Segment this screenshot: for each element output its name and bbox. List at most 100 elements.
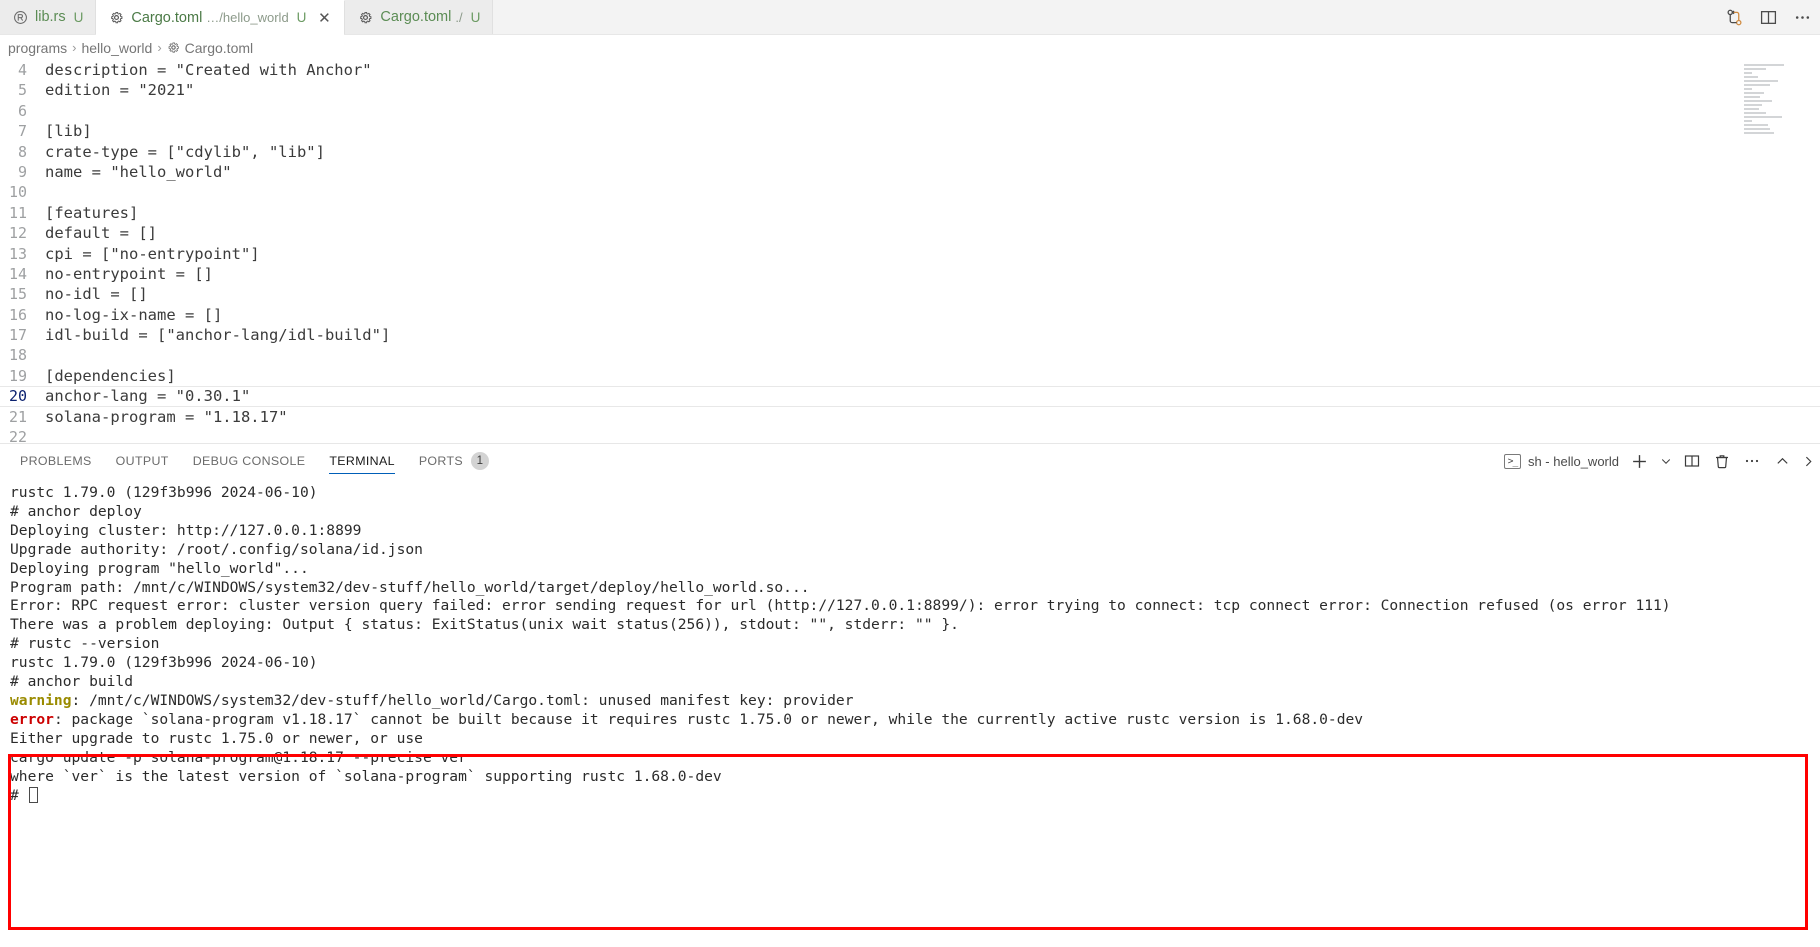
terminal-line-16: #	[10, 786, 1820, 806]
more-actions-icon[interactable]	[1792, 7, 1812, 27]
code-line-4[interactable]: 4 description = "Created with Anchor"	[0, 60, 1820, 80]
terminal-text: Error: RPC request error: cluster versio…	[10, 597, 1671, 615]
tab-bar-actions	[1724, 0, 1820, 34]
line-text: name = "hello_world"	[45, 162, 232, 181]
editor-minimap[interactable]	[1744, 64, 1798, 134]
terminal-selector-label: sh - hello_world	[1527, 453, 1619, 469]
panel-tab-debug-console[interactable]: DEBUG CONSOLE	[181, 444, 318, 478]
panel-tab-label: DEBUG CONSOLE	[192, 454, 306, 468]
terminal-text: Upgrade authority: /root/.config/solana/…	[10, 540, 423, 558]
code-editor[interactable]: 4 description = "Created with Anchor" 5 edi…	[0, 60, 1820, 443]
panel-tab-label: OUTPUT	[115, 454, 169, 468]
breadcrumb-separator: ›	[72, 40, 77, 55]
split-terminal-icon[interactable]	[1682, 451, 1702, 471]
terminal-line-6: Error: RPC request error: cluster versio…	[10, 597, 1820, 616]
chevron-down-icon[interactable]	[1659, 451, 1672, 471]
panel-tab-output[interactable]: OUTPUT	[104, 444, 181, 478]
line-text: solana-program = "1.18.17"	[45, 407, 288, 426]
terminal-text: rustc 1.79.0 (129f3b996 2024-06-10)	[10, 654, 318, 672]
terminal-line-14: cargo update -p solana-program@1.18.17 -…	[10, 749, 1820, 768]
line-text: [features]	[45, 203, 139, 222]
editor-tab-dirty-indicator: U	[470, 9, 481, 25]
code-line-21[interactable]: 21 solana-program = "1.18.17"	[0, 407, 1820, 427]
code-lines[interactable]: 4 description = "Created with Anchor" 5 edi…	[0, 60, 1820, 443]
terminal-text: : /mnt/c/WINDOWS/system32/dev-stuff/hell…	[71, 691, 854, 709]
terminal-line-10: # anchor build	[10, 673, 1820, 692]
line-text: description = "Created with Anchor"	[45, 61, 372, 79]
terminal-text: There was a problem deploying: Output { …	[10, 616, 959, 634]
editor-tab-description: ./	[455, 9, 463, 25]
code-line-13[interactable]: 13 cpi = ["no-entrypoint"]	[0, 244, 1820, 264]
code-line-16[interactable]: 16 no-log-ix-name = []	[0, 305, 1820, 325]
panel-header: PROBLEMS OUTPUT DEBUG CONSOLE TERMINAL PORTS…	[0, 443, 1820, 478]
terminal-line-0: rustc 1.79.0 (129f3b996 2024-06-10)	[10, 484, 1820, 503]
code-line-9[interactable]: 9 name = "hello_world"	[0, 162, 1820, 182]
panel-tab-terminal[interactable]: TERMINAL	[317, 444, 406, 478]
panel-tab-label: PORTS	[418, 454, 464, 468]
line-text: anchor-lang = "0.30.1"	[45, 387, 251, 406]
code-line-20[interactable]: 20 anchor-lang = "0.30.1"	[0, 386, 1820, 407]
line-number: 17	[8, 326, 27, 345]
new-terminal-icon[interactable]	[1629, 451, 1649, 471]
code-line-7[interactable]: 7 [lib]	[0, 121, 1820, 141]
kill-terminal-icon[interactable]	[1712, 451, 1732, 471]
terminal-text: cargo update -p solana-program@1.18.17 -…	[10, 748, 467, 766]
code-line-10[interactable]: 10	[0, 182, 1820, 202]
views-and-more-actions-icon[interactable]	[1742, 451, 1762, 471]
line-number: 21	[8, 407, 27, 426]
line-text: idl-build = ["anchor-lang/idl-build"]	[45, 326, 391, 345]
code-line-17[interactable]: 17 idl-build = ["anchor-lang/idl-build"]	[0, 325, 1820, 345]
code-line-8[interactable]: 8 crate-type = ["cdylib", "lib"]	[0, 142, 1820, 162]
line-text: default = []	[45, 224, 157, 243]
terminal-line-11: warning: /mnt/c/WINDOWS/system32/dev-stu…	[10, 692, 1820, 711]
editor-tab-label: Cargo.toml	[131, 9, 203, 26]
code-line-14[interactable]: 14 no-entrypoint = []	[0, 264, 1820, 284]
line-number: 5	[17, 81, 27, 100]
code-line-12[interactable]: 12 default = []	[0, 223, 1820, 243]
code-line-5[interactable]: 5 edition = "2021"	[0, 80, 1820, 100]
breadcrumb-item-0[interactable]: programs	[8, 40, 67, 56]
panel-actions: >_ sh - hello_world	[1503, 451, 1820, 471]
panel-tab-ports[interactable]: PORTS 1	[407, 444, 501, 478]
close-icon[interactable]: ✕	[316, 9, 332, 27]
breadcrumb-item-2[interactable]: Cargo.toml	[185, 40, 253, 56]
panel-tab-problems[interactable]: PROBLEMS	[8, 444, 104, 478]
terminal-text: rustc 1.79.0 (129f3b996 2024-06-10)	[10, 484, 318, 501]
line-number: 10	[8, 183, 27, 202]
editor-tab-lib-rs-0[interactable]: lib.rs U	[0, 0, 97, 34]
terminal-line-15: where `ver` is the latest version of `so…	[10, 768, 1820, 787]
code-line-11[interactable]: 11 [features]	[0, 203, 1820, 223]
code-line-19[interactable]: 19 [dependencies]	[0, 366, 1820, 386]
breadcrumb-item-1[interactable]: hello_world	[81, 40, 152, 56]
terminal-line-5: Program path: /mnt/c/WINDOWS/system32/de…	[10, 579, 1820, 598]
code-line-15[interactable]: 15 no-idl = []	[0, 284, 1820, 304]
split-editor-right-icon[interactable]	[1758, 7, 1778, 27]
code-line-22[interactable]: 22	[0, 427, 1820, 443]
terminal-text: Deploying program "hello_world"...	[10, 559, 309, 577]
terminal-line-9: rustc 1.79.0 (129f3b996 2024-06-10)	[10, 654, 1820, 673]
source-control-icon[interactable]	[1724, 7, 1744, 27]
terminal-warning-label: warning	[10, 691, 72, 709]
line-number: 16	[8, 305, 27, 324]
code-line-6[interactable]: 6	[0, 101, 1820, 121]
line-number: 14	[8, 264, 27, 283]
editor-vertical-scrollbar[interactable]	[1806, 60, 1820, 443]
line-number: 15	[8, 285, 27, 304]
terminal-icon: >_	[1503, 453, 1521, 469]
line-text: no-log-ix-name = []	[45, 305, 223, 324]
gear-icon	[108, 9, 125, 26]
terminal-selector[interactable]: >_ sh - hello_world	[1503, 453, 1619, 469]
line-number: 11	[8, 203, 27, 222]
code-line-18[interactable]: 18	[0, 345, 1820, 365]
line-number: 7	[17, 122, 27, 141]
terminal-text: Program path: /mnt/c/WINDOWS/system32/de…	[10, 578, 810, 596]
editor-tab-cargo-toml-1[interactable]: Cargo.toml …/hello_world U ✕	[96, 0, 346, 35]
terminal-output[interactable]: rustc 1.79.0 (129f3b996 2024-06-10) # anc…	[0, 478, 1820, 947]
line-number: 12	[8, 224, 27, 243]
maximize-panel-icon[interactable]	[1772, 451, 1792, 471]
window-bottom-strip	[0, 933, 1820, 947]
editor-tab-cargo-toml-2[interactable]: Cargo.toml ./ U	[345, 0, 494, 34]
close-panel-icon[interactable]	[1802, 451, 1816, 471]
line-number: 22	[8, 428, 27, 443]
terminal-line-7: There was a problem deploying: Output { …	[10, 616, 1820, 635]
